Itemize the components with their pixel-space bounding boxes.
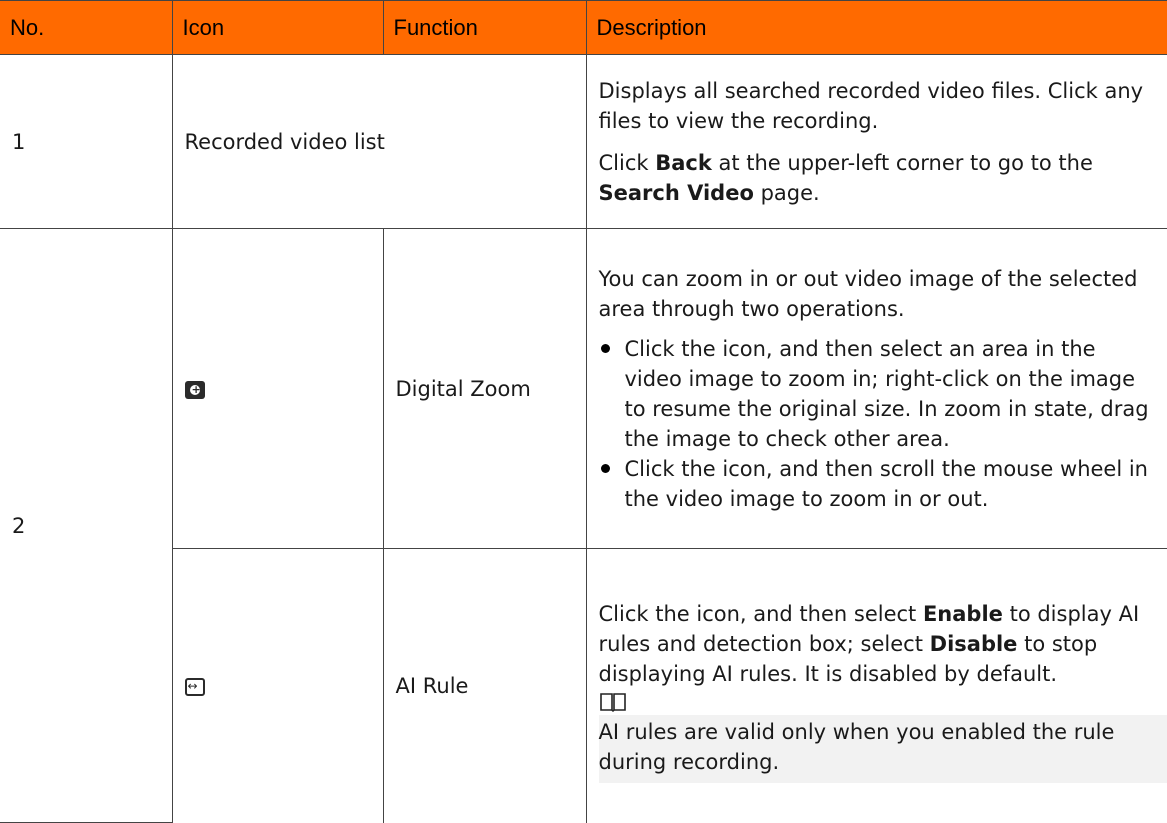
table-row: 1 Recorded video list Displays all searc…: [0, 55, 1167, 229]
enable-label: Enable: [923, 602, 1003, 626]
disable-label: Disable: [930, 632, 1018, 656]
table-header-row: No. Icon Function Description: [0, 1, 1167, 55]
digital-zoom-icon: +: [185, 381, 205, 399]
header-function: Function: [383, 1, 586, 55]
header-description: Description: [586, 1, 1167, 55]
row-number: 2: [0, 229, 172, 823]
table-row: 2 + Digital Zoom You can zoom in or out …: [0, 229, 1167, 549]
recorded-video-list-label: Recorded video list: [172, 55, 586, 229]
header-icon: Icon: [172, 1, 383, 55]
description-cell: Click the icon, and then select Enable t…: [586, 549, 1167, 823]
list-item: Click the icon, and then select an area …: [599, 334, 1156, 454]
function-name: AI Rule: [383, 549, 586, 823]
description-text: Click Back at the upper-left corner to g…: [599, 148, 1156, 208]
description-text: Click the icon, and then select Enable t…: [599, 599, 1156, 689]
row-number: 1: [0, 55, 172, 229]
icon-cell: +: [172, 229, 383, 549]
bullet-list: Click the icon, and then select an area …: [599, 334, 1156, 514]
header-no: No.: [0, 1, 172, 55]
back-label: Back: [655, 151, 712, 175]
list-item: Click the icon, and then scroll the mous…: [599, 454, 1156, 514]
description-cell: Displays all searched recorded video fil…: [586, 55, 1167, 229]
description-text: You can zoom in or out video image of th…: [599, 264, 1156, 324]
ai-rule-icon: ↔: [185, 678, 205, 696]
note-text: AI rules are valid only when you enabled…: [599, 715, 1167, 783]
description-text: Displays all searched recorded video fil…: [599, 76, 1156, 136]
book-icon: [599, 691, 627, 713]
icon-cell: ↔: [172, 549, 383, 823]
function-name: Digital Zoom: [383, 229, 586, 549]
description-cell: You can zoom in or out video image of th…: [586, 229, 1167, 549]
function-table: No. Icon Function Description 1 Recorded…: [0, 0, 1167, 823]
table-row: ↔ AI Rule Click the icon, and then selec…: [0, 549, 1167, 823]
search-video-label: Search Video: [599, 181, 754, 205]
